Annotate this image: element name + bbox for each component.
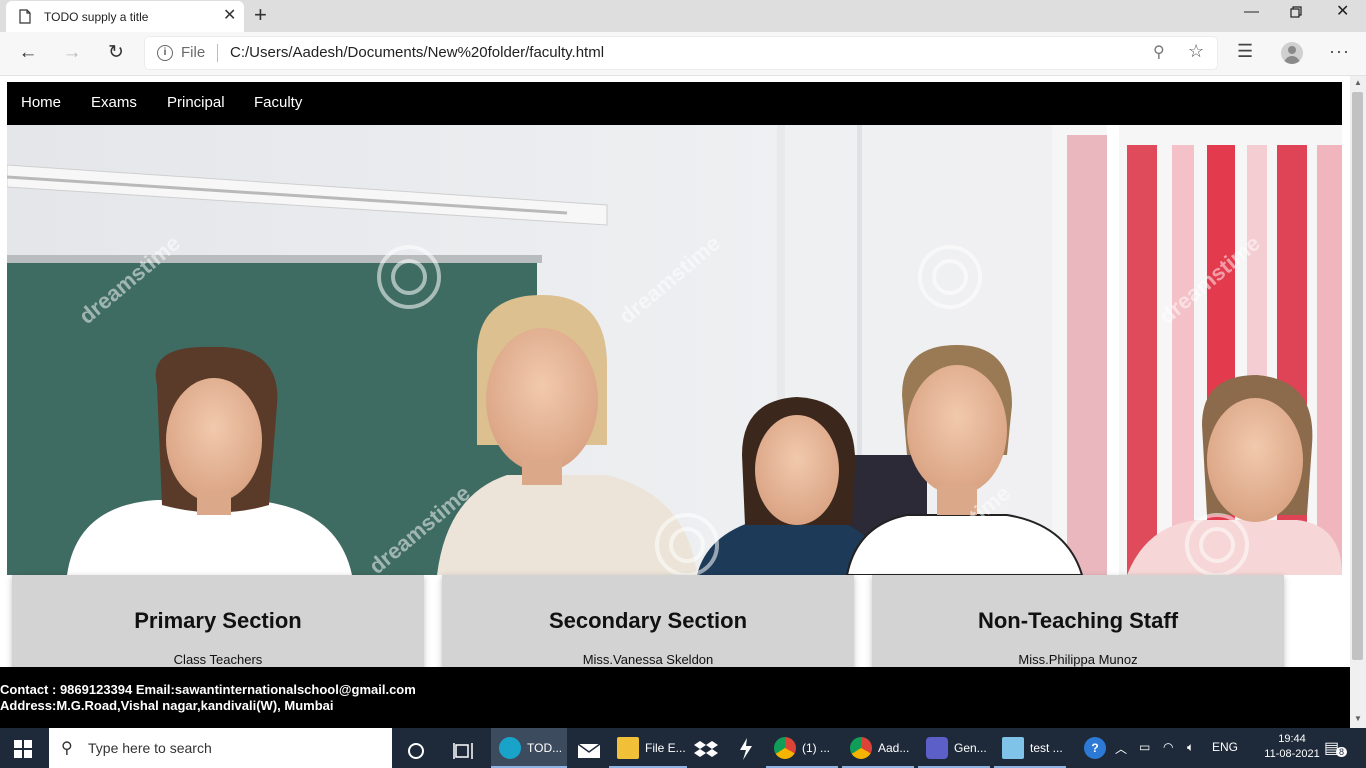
- forward-icon[interactable]: →: [60, 42, 84, 66]
- wifi-icon[interactable]: ◠: [1163, 740, 1173, 754]
- page-viewport: Home Exams Principal Faculty dreamstime …: [0, 76, 1350, 728]
- windows-start-icon[interactable]: [14, 740, 32, 758]
- site-footer: Contact : 9869123394 Email:sawantinterna…: [0, 667, 1350, 728]
- card-text: Miss.Vanessa Skeldon: [582, 652, 714, 667]
- nav-home[interactable]: Home: [21, 94, 61, 111]
- taskbar-app-label: Aad...: [878, 741, 910, 755]
- minimize-icon[interactable]: —: [1244, 4, 1259, 20]
- card-text: Miss.Philippa Munoz: [1018, 652, 1138, 667]
- edge-icon: [499, 737, 521, 759]
- document-icon: [19, 9, 31, 24]
- address-separator: [217, 44, 218, 62]
- browser-toolbar: ← → ↻ i File C:/Users/Aadesh/Documents/N…: [0, 32, 1366, 76]
- taskbar-clock[interactable]: 19:44 11-08-2021: [1263, 732, 1321, 762]
- taskbar-app-file-explorer[interactable]: File E...: [609, 728, 687, 768]
- notification-count-badge: 8: [1336, 747, 1348, 757]
- cortana-icon[interactable]: [406, 739, 426, 763]
- new-tab-button[interactable]: +: [254, 3, 267, 27]
- back-icon[interactable]: ←: [16, 42, 40, 66]
- search-placeholder: Type here to search: [88, 740, 212, 756]
- chrome-icon: [774, 737, 796, 759]
- windows-taskbar: ⚲ Type here to search TOD... File E... (…: [0, 728, 1366, 768]
- taskbar-app-label: File E...: [645, 741, 686, 755]
- taskbar-app-notepad[interactable]: test ...: [994, 728, 1066, 768]
- address-bar[interactable]: i File C:/Users/Aadesh/Documents/New%20f…: [145, 37, 1217, 69]
- help-icon[interactable]: ?: [1084, 737, 1106, 759]
- taskbar-app-label: Gen...: [954, 741, 987, 755]
- restore-icon[interactable]: [1290, 6, 1302, 18]
- taskbar-app-chrome-1[interactable]: (1) ...: [766, 728, 838, 768]
- nav-exams[interactable]: Exams: [91, 94, 137, 111]
- browser-tab[interactable]: TODO supply a title ✕: [6, 1, 244, 32]
- card-text: Class Teachers: [173, 652, 263, 667]
- dropbox-icon[interactable]: [694, 738, 718, 762]
- clock-date: 11-08-2021: [1264, 748, 1320, 760]
- mail-icon[interactable]: [577, 738, 601, 762]
- scroll-up-icon[interactable]: ▲: [1354, 78, 1362, 87]
- search-icon: ⚲: [61, 740, 73, 757]
- taskbar-app-label: test ...: [1030, 741, 1063, 755]
- refresh-icon[interactable]: ↻: [104, 42, 128, 66]
- language-indicator[interactable]: ENG: [1212, 740, 1238, 754]
- scrollbar-thumb[interactable]: [1352, 92, 1363, 660]
- info-icon[interactable]: i: [157, 45, 173, 61]
- taskbar-app-teams[interactable]: Gen...: [918, 728, 990, 768]
- task-view-icon[interactable]: [453, 739, 473, 763]
- scroll-down-icon[interactable]: ▼: [1354, 714, 1362, 723]
- footer-address: Address:M.G.Road,Vishal nagar,kandivali(…: [0, 698, 334, 713]
- card-title: Primary Section: [134, 608, 302, 633]
- address-url[interactable]: C:/Users/Aadesh/Documents/New%20folder/f…: [230, 44, 604, 61]
- taskbar-app-edge[interactable]: TOD...: [491, 728, 567, 768]
- tab-strip: TODO supply a title ✕ + — ✕: [0, 0, 1366, 32]
- more-icon[interactable]: ···: [1329, 41, 1350, 62]
- site-navbar: Home Exams Principal Faculty: [7, 82, 1342, 125]
- folder-icon: [617, 737, 639, 759]
- taskbar-app-label: (1) ...: [802, 741, 831, 755]
- taskbar-search[interactable]: ⚲ Type here to search: [49, 728, 392, 768]
- profile-avatar-icon[interactable]: [1281, 42, 1303, 64]
- close-tab-icon[interactable]: ✕: [223, 8, 236, 24]
- chrome-icon: [850, 737, 872, 759]
- footer-contact: Contact : 9869123394 Email:sawantinterna…: [0, 682, 416, 697]
- tab-title: TODO supply a title: [44, 10, 149, 24]
- taskbar-app-label: TOD...: [527, 741, 563, 755]
- nav-faculty[interactable]: Faculty: [254, 94, 302, 111]
- teams-icon: [926, 737, 948, 759]
- address-scheme: File: [181, 44, 206, 61]
- card-title: Secondary Section: [548, 608, 748, 633]
- favorite-star-icon[interactable]: ☆: [1188, 41, 1204, 62]
- hero-teachers-photo: dreamstime dreamstime dreamstime dreamst…: [7, 125, 1342, 575]
- card-title: Non-Teaching Staff: [977, 608, 1179, 633]
- notepad-icon: [1002, 737, 1024, 759]
- zoom-icon[interactable]: ⚲: [1153, 42, 1165, 62]
- vertical-scrollbar[interactable]: ▲ ▼: [1350, 76, 1366, 728]
- tray-chevron-up-icon[interactable]: ︿: [1115, 740, 1127, 757]
- favorites-icon[interactable]: ☰: [1237, 41, 1253, 62]
- close-icon[interactable]: ✕: [1336, 4, 1349, 20]
- volume-icon[interactable]: 🔈︎: [1187, 740, 1194, 755]
- nav-principal[interactable]: Principal: [167, 94, 225, 111]
- taskbar-app-chrome-2[interactable]: Aad...: [842, 728, 914, 768]
- bolt-app-icon[interactable]: [738, 737, 754, 761]
- battery-icon[interactable]: ▭: [1139, 740, 1150, 754]
- clock-time: 19:44: [1278, 733, 1306, 745]
